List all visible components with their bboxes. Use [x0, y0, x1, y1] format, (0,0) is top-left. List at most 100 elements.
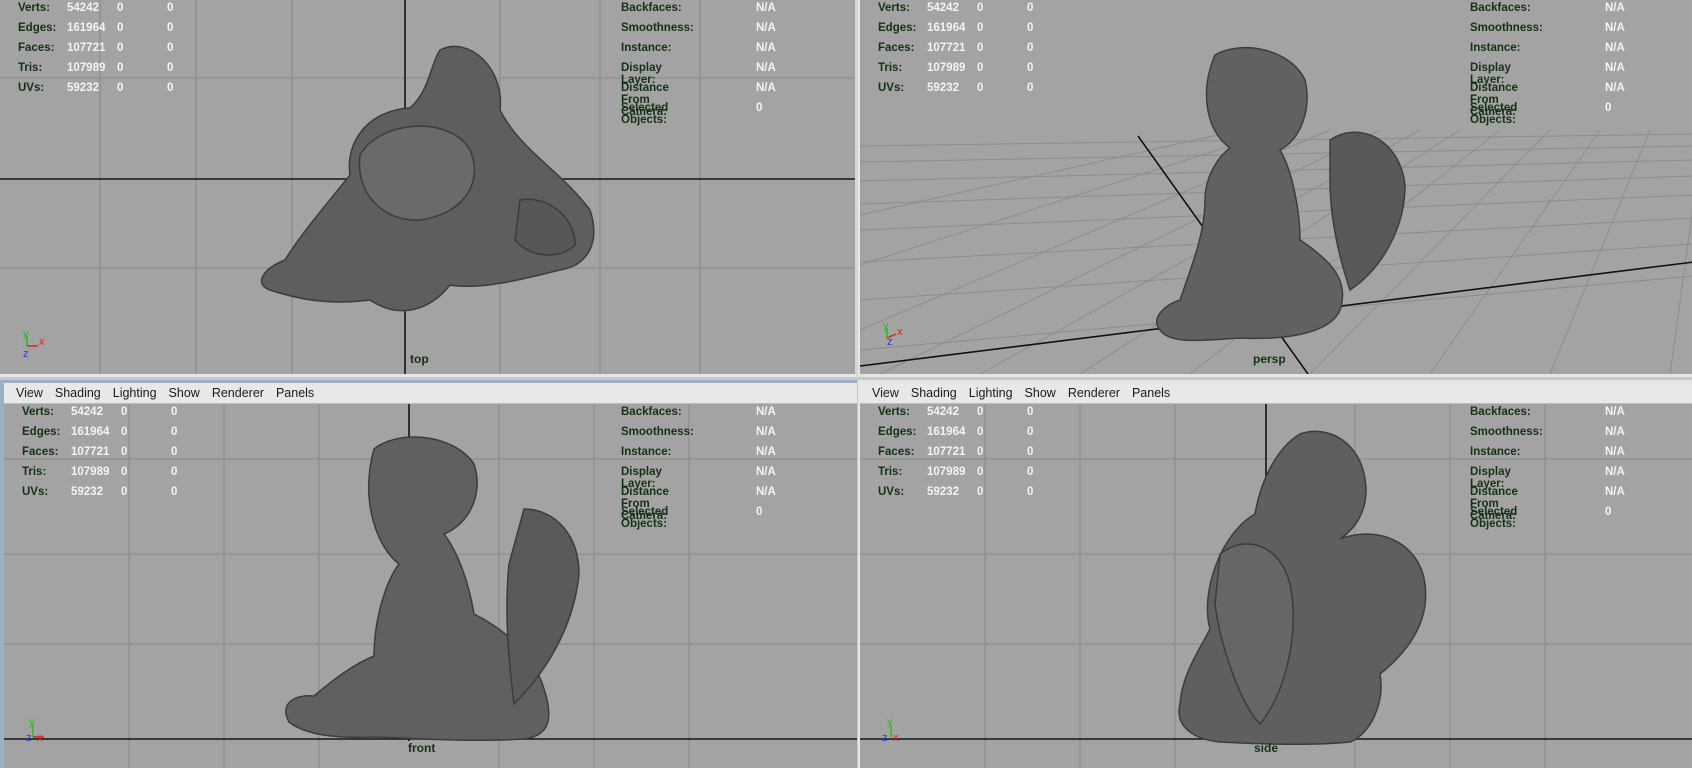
hud-value: 54242 — [67, 2, 99, 14]
hud-label: Smoothness: — [621, 22, 694, 34]
hud-value: 0 — [171, 426, 178, 438]
hud-value: 0 — [977, 62, 984, 74]
hud-label: Smoothness: — [621, 426, 694, 438]
menu-show[interactable]: Show — [1019, 386, 1062, 400]
hud-label: Tris: — [22, 466, 47, 478]
menu-show[interactable]: Show — [163, 386, 206, 400]
axis-label-z: z — [26, 732, 32, 744]
hud-value: 54242 — [71, 406, 103, 418]
hud-value: N/A — [1605, 486, 1625, 498]
hud-label: Verts: — [878, 406, 910, 418]
hud-label: Faces: — [878, 42, 915, 54]
hud-value: 0 — [171, 406, 178, 418]
hud-value: N/A — [756, 2, 776, 14]
hud-value: N/A — [756, 42, 776, 54]
hud-value: 0 — [117, 62, 124, 74]
hud-value: 107989 — [927, 466, 966, 478]
menu-lighting[interactable]: Lighting — [107, 386, 163, 400]
viewport-canvas[interactable]: Verts: 54242 0 0 Edges: 161964 0 0 Faces: 10772… — [0, 0, 855, 374]
viewport-canvas[interactable]: Verts: 54242 0 0 Edges: 161964 0 0 Faces: 10772… — [860, 404, 1692, 768]
hud-value: 54242 — [927, 2, 959, 14]
axis-label-z: z — [23, 348, 29, 360]
menu-view[interactable]: View — [866, 386, 905, 400]
hud-value: 0 — [167, 2, 174, 14]
hud-value: 0 — [167, 82, 174, 94]
hud-label: Tris: — [18, 62, 43, 74]
hud-label: Instance: — [621, 42, 672, 54]
hud-label: UVs: — [22, 486, 49, 498]
hud-value: N/A — [756, 62, 776, 74]
hud-label: Verts: — [22, 406, 54, 418]
hud-value: 0 — [1027, 22, 1034, 34]
hud-value: 107989 — [927, 62, 966, 74]
hud-label: Smoothness: — [1470, 22, 1543, 34]
hud-value: 0 — [1027, 82, 1034, 94]
viewport-persp-panel[interactable]: Verts: 54242 0 0 Edges: 161964 0 0 Faces: 10772… — [858, 0, 1692, 377]
viewport-top-panel[interactable]: Verts: 54242 0 0 Edges: 161964 0 0 Faces: 10772… — [0, 0, 858, 377]
grid-and-model — [4, 404, 857, 768]
hud-value: 0 — [977, 406, 984, 418]
hud-value: 0 — [1027, 466, 1034, 478]
camera-label: side — [1254, 741, 1279, 755]
hud-label: Instance: — [1470, 446, 1521, 458]
hud-value: 59232 — [927, 486, 959, 498]
hud-value: 54242 — [927, 406, 959, 418]
hud-value: 0 — [1027, 62, 1034, 74]
hud-label: Tris: — [878, 62, 903, 74]
hud-value: 107721 — [71, 446, 110, 458]
hud-value: 0 — [977, 2, 984, 14]
menu-shading[interactable]: Shading — [905, 386, 963, 400]
hud-label: Tris: — [878, 466, 903, 478]
axis-label-x: x — [897, 326, 903, 338]
hud-value: 0 — [756, 102, 763, 114]
hud-value: 0 — [977, 426, 984, 438]
viewport-canvas[interactable]: Verts: 54242 0 0 Edges: 161964 0 0 Faces: 10772… — [860, 0, 1692, 374]
hud-value: N/A — [1605, 406, 1625, 418]
menu-panels[interactable]: Panels — [1126, 386, 1176, 400]
axis-label-y: y — [887, 716, 893, 728]
hud-value: N/A — [1605, 22, 1625, 34]
hud-value: 59232 — [71, 486, 103, 498]
hud-value: 107721 — [927, 446, 966, 458]
hud-value: N/A — [756, 446, 776, 458]
hud-value: 0 — [977, 82, 984, 94]
viewport-side-panel[interactable]: View Shading Lighting Show Renderer Pane… — [858, 380, 1692, 768]
cherub-model-front — [285, 436, 580, 742]
hud-value: 0 — [171, 486, 178, 498]
hud-value: 0 — [117, 82, 124, 94]
hud-value: N/A — [1605, 466, 1625, 478]
axis-label-y: y — [29, 716, 35, 728]
menu-renderer[interactable]: Renderer — [206, 386, 270, 400]
hud-value: 107721 — [67, 42, 106, 54]
camera-label: front — [408, 741, 436, 755]
hud-label: Edges: — [878, 426, 917, 438]
cherub-model-persp — [1156, 47, 1406, 342]
hud-value: N/A — [756, 486, 776, 498]
hud-label: Faces: — [878, 446, 915, 458]
hud-label: Edges: — [878, 22, 917, 34]
camera-label: persp — [1253, 352, 1286, 366]
hud-value: 0 — [117, 22, 124, 34]
hud-value: 59232 — [927, 82, 959, 94]
menu-panels[interactable]: Panels — [270, 386, 320, 400]
hud-label: Faces: — [22, 446, 59, 458]
hud-label: Smoothness: — [1470, 426, 1543, 438]
axis-label-z: z — [882, 732, 888, 744]
hud-value: 0 — [977, 486, 984, 498]
menu-shading[interactable]: Shading — [49, 386, 107, 400]
hud-label: Backfaces: — [621, 406, 682, 418]
grid-and-model — [0, 0, 855, 374]
menu-view[interactable]: View — [10, 386, 49, 400]
viewport-canvas[interactable]: Verts: 54242 0 0 Edges: 161964 0 0 Faces: 10772… — [4, 404, 857, 768]
axis-label-z: z — [887, 336, 893, 348]
hud-label: Backfaces: — [1470, 406, 1531, 418]
viewport-front-panel[interactable]: View Shading Lighting Show Renderer Pane… — [0, 380, 857, 768]
menu-renderer[interactable]: Renderer — [1062, 386, 1126, 400]
hud-label: Backfaces: — [621, 2, 682, 14]
hud-label: Instance: — [621, 446, 672, 458]
hud-label: Edges: — [18, 22, 57, 34]
menu-lighting[interactable]: Lighting — [963, 386, 1019, 400]
hud-value: 161964 — [927, 426, 966, 438]
hud-value: 0 — [121, 486, 128, 498]
hud-value: 0 — [977, 466, 984, 478]
